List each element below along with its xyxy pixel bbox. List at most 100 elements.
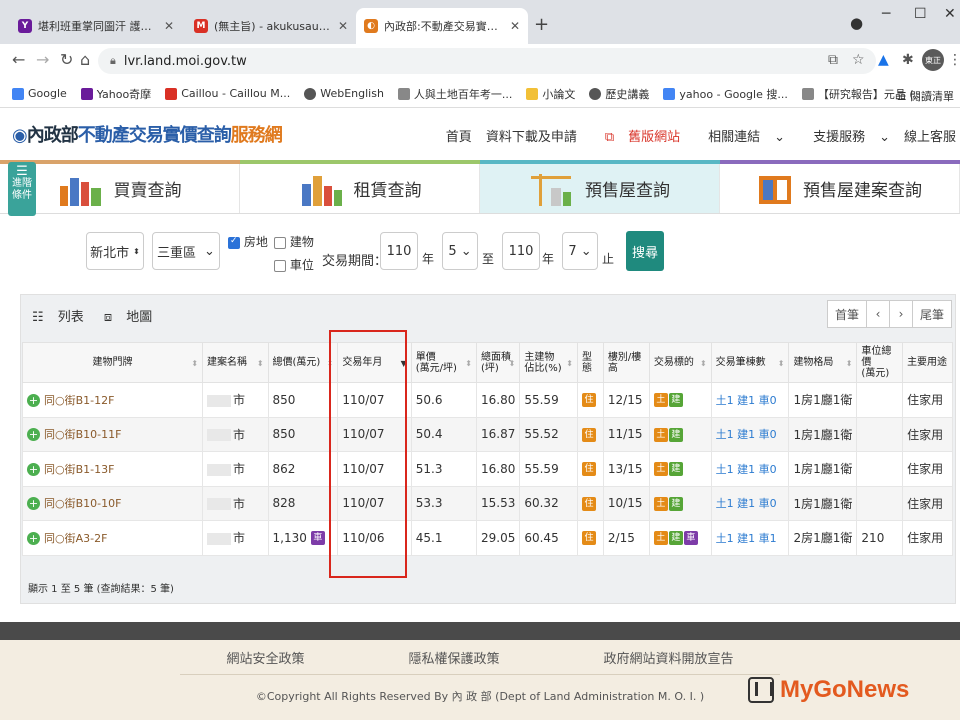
cell-address: + 同○街B10-10F: [21, 485, 204, 521]
bookmark-star-icon[interactable]: ☆: [852, 52, 865, 68]
expand-row-icon[interactable]: +: [27, 497, 40, 511]
profile-avatar[interactable]: 東正: [922, 49, 944, 71]
table-row[interactable]: + 同○街B10-11F 市 850 110/07 50.4 16.87 55.52 住 11/1…: [21, 416, 953, 452]
advanced-filter-button[interactable]: ☰ 進階條件: [8, 162, 36, 216]
col-address[interactable]: 建物門牌 ⬍: [21, 342, 204, 383]
table-row[interactable]: + 同○街B1-13F 市 862 110/07 51.3 16.80 55.59 住 13/15…: [21, 451, 953, 487]
expand-row-icon[interactable]: +: [27, 462, 40, 476]
tab-rent-query[interactable]: 租賃查詢: [240, 164, 480, 213]
cell-address: + 同○街B10-11F: [21, 416, 204, 452]
sort-icon: ⬍: [256, 359, 264, 368]
address-text[interactable]: 同○街A3-2F: [44, 532, 107, 545]
menu-kebab-icon[interactable]: ⋮: [948, 52, 960, 68]
option-parking[interactable]: 車位: [274, 256, 314, 273]
expand-row-icon[interactable]: +: [27, 531, 40, 545]
bookmark-item[interactable]: Yahoo奇摩: [80, 86, 151, 102]
table-row[interactable]: + 同○街B1-12F 市 850 110/07 50.6 16.80 55.59 住 12/15…: [21, 382, 953, 418]
bookmark-item[interactable]: 小論文: [526, 86, 575, 102]
checkbox[interactable]: [274, 259, 286, 272]
close-tab-icon[interactable]: ✕: [338, 19, 348, 33]
address-text[interactable]: 同○街B1-13F: [44, 463, 114, 476]
col-area[interactable]: 總面積 (坪) ⬍: [475, 342, 521, 383]
address-text[interactable]: 同○街B10-10F: [44, 497, 121, 510]
from-year-input[interactable]: 110: [380, 232, 418, 270]
bookmark-item[interactable]: yahoo - Google 搜...: [663, 86, 788, 102]
back-icon[interactable]: ←: [12, 50, 25, 69]
nav-old-site[interactable]: ⧉ 舊版網站: [591, 126, 680, 145]
checkbox-checked[interactable]: [228, 236, 240, 249]
from-month-select[interactable]: 5 ⌄: [442, 232, 478, 270]
col-unit[interactable]: 單價 (萬元/坪) ⬍: [410, 342, 477, 383]
tab-presale-query[interactable]: 預售屋查詢: [480, 164, 720, 213]
drive-extension-icon[interactable]: ▲: [878, 52, 889, 68]
last-page-button[interactable]: 尾筆: [912, 300, 952, 328]
bookmark-item[interactable]: WebEnglish: [304, 87, 384, 100]
table-row[interactable]: + 同○街A3-2F 市 1,130 車 110/06 45.1 29.05 60.45 住 2/1…: [21, 520, 953, 556]
district-select[interactable]: 三重區 ⌄: [152, 232, 220, 270]
expand-row-icon[interactable]: +: [27, 393, 40, 407]
url-field[interactable]: 🔒︎ lvr.land.moi.gov.tw: [98, 48, 876, 74]
browser-tab-2[interactable]: M (無主旨) - akukusau@gmail.com ✕: [186, 8, 356, 44]
nav-chat[interactable]: 線上客服: [904, 126, 956, 145]
col-type[interactable]: 型態: [576, 342, 604, 383]
footer-link-privacy[interactable]: 隱私權保護政策: [408, 648, 499, 667]
cell-ratio: 55.59: [519, 382, 578, 418]
nav-support[interactable]: 支援服務 ⌄: [799, 126, 890, 145]
nav-download[interactable]: 資料下載及申請: [486, 126, 577, 145]
col-project[interactable]: 建案名稱 ⬍: [202, 342, 269, 383]
install-icon[interactable]: ⧉: [828, 52, 838, 68]
col-floor[interactable]: 樓別/樓高: [602, 342, 650, 383]
close-window-icon[interactable]: ✕: [944, 6, 956, 22]
minimize-icon[interactable]: ─: [882, 6, 890, 22]
tab-sale-query[interactable]: 買賣查詢: [0, 164, 240, 213]
target-badge: 建: [668, 427, 683, 442]
footer-link-open-data[interactable]: 政府網站資料開放宣告: [604, 648, 734, 667]
option-building[interactable]: 建物: [274, 233, 314, 250]
nav-links[interactable]: 相關連結 ⌄: [694, 126, 785, 145]
reading-list-button[interactable]: ☰ 閱讀清單: [897, 88, 954, 104]
checkbox[interactable]: [274, 236, 286, 249]
bookmark-item[interactable]: Google: [12, 87, 67, 100]
browser-tab-3-active[interactable]: ◐ 內政部:不動產交易實價查詢服務 ✕: [356, 8, 528, 44]
col-ratio[interactable]: 主建物 佔比(%) ⬍: [519, 342, 578, 383]
close-tab-icon[interactable]: ✕: [510, 19, 520, 33]
profile-dot-icon[interactable]: ●: [850, 14, 863, 32]
nav-home[interactable]: 首頁: [446, 126, 472, 145]
col-total[interactable]: 總價(萬元) ⬍: [267, 342, 339, 383]
maximize-icon[interactable]: ☐: [914, 6, 927, 22]
map-view-button[interactable]: ⧈ 地圖: [104, 306, 162, 325]
col-use[interactable]: 主要用途: [902, 342, 953, 383]
col-parking-price[interactable]: 車位總價 (萬元): [856, 342, 904, 383]
list-view-button[interactable]: ☷ 列表: [32, 306, 94, 325]
home-icon[interactable]: ⌂: [80, 50, 90, 69]
browser-tab-1[interactable]: Y 堪利班重掌同圖汗 護衛紛飛遊戲 ✕: [10, 8, 182, 44]
bookmark-item[interactable]: 歷史講義: [589, 86, 649, 102]
cell-unit: 50.4: [410, 416, 477, 452]
new-tab-button[interactable]: +: [534, 14, 549, 35]
site-logo[interactable]: ◉內政部不動產交易實價查詢服務網: [12, 121, 283, 147]
expand-row-icon[interactable]: +: [27, 428, 40, 442]
extensions-puzzle-icon[interactable]: ✱: [902, 52, 914, 68]
col-counts[interactable]: 交易筆棟數 ⬍: [710, 342, 790, 383]
bookmark-item[interactable]: Caillou - Caillou M...: [165, 87, 290, 100]
tab-presale-project-query[interactable]: 預售屋建案查詢: [720, 164, 960, 213]
first-page-button[interactable]: 首筆: [827, 300, 867, 328]
city-select[interactable]: 新北市 ⬍: [86, 232, 144, 270]
option-land[interactable]: 房地: [228, 233, 268, 250]
to-year-input[interactable]: 110: [502, 232, 540, 270]
to-month-select[interactable]: 7 ⌄: [562, 232, 598, 270]
table-row[interactable]: + 同○街B10-10F 市 828 110/07 53.3 15.53 60.32 住 10/1…: [21, 485, 953, 521]
cell-layout-value: 1房1廳1衛: [793, 496, 853, 511]
next-page-button[interactable]: ›: [889, 300, 913, 328]
address-text[interactable]: 同○街B1-12F: [44, 394, 114, 407]
close-tab-icon[interactable]: ✕: [164, 19, 174, 33]
address-text[interactable]: 同○街B10-11F: [44, 428, 121, 441]
forward-icon[interactable]: →: [36, 50, 49, 69]
footer-link-security[interactable]: 網站安全政策: [226, 648, 304, 667]
bookmark-item[interactable]: 人與土地百年考一...: [397, 86, 512, 102]
reload-icon[interactable]: ↻: [60, 50, 73, 69]
col-target[interactable]: 交易標的 ⬍: [648, 342, 712, 383]
col-layout[interactable]: 建物格局 ⬍: [788, 342, 858, 383]
search-button[interactable]: 搜尋: [626, 231, 664, 271]
prev-page-button[interactable]: ‹: [866, 300, 890, 328]
